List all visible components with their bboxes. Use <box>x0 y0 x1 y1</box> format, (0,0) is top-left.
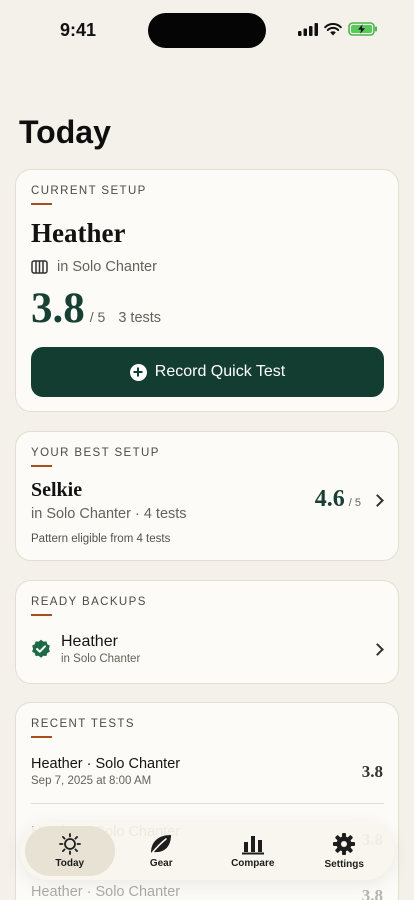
current-setup-name: Heather <box>31 218 126 248</box>
tab-compare[interactable]: Compare <box>208 826 298 876</box>
current-setup-score: 3.8 <box>31 285 85 332</box>
verified-badge-icon <box>32 639 50 658</box>
best-setup-name: Selkie <box>31 479 83 501</box>
tab-gear[interactable]: Gear <box>116 826 206 876</box>
tab-compare-label: Compare <box>231 858 275 869</box>
eyebrow-accent-rule <box>31 203 52 205</box>
leaf-icon <box>151 835 172 854</box>
recent-test-title: Heather · Solo Chanter <box>31 884 181 900</box>
tab-settings-label: Settings <box>324 859 364 870</box>
backup-item-sub: in Solo Chanter <box>61 653 141 665</box>
best-setup-card[interactable]: YOUR BEST SETUP Selkie in Solo Chanter ·… <box>15 431 399 561</box>
current-setup-location: in Solo Chanter <box>57 259 157 275</box>
eyebrow-accent-rule <box>31 465 52 467</box>
chevron-right-icon <box>371 494 384 507</box>
wifi-icon <box>324 22 342 35</box>
tab-bar: Today Gear Compare Settings <box>20 822 394 880</box>
recent-test-row[interactable]: Heather · Solo Chanter 3.8 <box>16 881 398 900</box>
chevron-right-icon <box>371 643 384 656</box>
eyebrow-accent-rule <box>31 614 52 616</box>
chanter-icon <box>31 260 48 274</box>
status-icons <box>298 22 378 36</box>
recent-tests-eyebrow: RECENT TESTS <box>31 718 135 730</box>
ready-backups-card: READY BACKUPS Heather in Solo Chanter <box>15 580 399 684</box>
current-setup-score-row: 3.8 / 5 3 tests <box>31 284 161 333</box>
best-setup-eyebrow: YOUR BEST SETUP <box>31 447 160 459</box>
gear-icon <box>333 833 356 855</box>
backup-item[interactable]: Heather in Solo Chanter <box>16 625 398 677</box>
tab-today-label: Today <box>55 858 85 869</box>
best-setup-score: 4.6 <box>314 486 345 512</box>
dynamic-island <box>148 13 266 48</box>
best-setup-meta: in Solo Chanter · 4 tests <box>31 506 187 522</box>
page-title: Today <box>19 114 111 150</box>
current-setup-card: CURRENT SETUP Heather in Solo Chanter 3.… <box>15 169 399 412</box>
sun-icon <box>58 833 81 855</box>
plus-circle-icon <box>129 363 147 381</box>
current-setup-eyebrow: CURRENT SETUP <box>31 185 147 197</box>
recent-test-score: 3.8 <box>361 762 383 781</box>
status-bar: 9:41 <box>0 0 414 60</box>
recent-test-title: Heather · Solo Chanter <box>31 756 181 772</box>
record-quick-test-label: Record Quick Test <box>154 363 286 380</box>
cellular-signal-icon <box>298 22 318 36</box>
recent-test-date: Sep 7, 2025 at 8:00 AM <box>31 775 152 787</box>
current-setup-tests: 3 tests <box>118 310 162 326</box>
battery-charging-icon <box>348 22 377 36</box>
best-setup-score-row: 4.6 / 5 <box>315 486 361 513</box>
recent-test-score: 3.8 <box>361 886 383 900</box>
best-setup-scale: / 5 <box>348 497 361 509</box>
recent-test-row[interactable]: Heather · Solo Chanter Sep 7, 2025 at 8:… <box>16 753 398 801</box>
row-divider <box>31 803 384 804</box>
ready-backups-eyebrow: READY BACKUPS <box>31 596 147 608</box>
tab-settings[interactable]: Settings <box>299 826 389 876</box>
eyebrow-accent-rule <box>31 736 52 738</box>
current-setup-scale: / 5 <box>89 309 106 325</box>
status-time: 9:41 <box>60 20 97 40</box>
tab-today[interactable]: Today <box>24 826 115 876</box>
current-setup-location-row: in Solo Chanter <box>31 259 157 275</box>
backup-item-name: Heather <box>61 633 118 650</box>
record-quick-test-button[interactable]: Record Quick Test <box>31 347 384 397</box>
best-setup-note: Pattern eligible from 4 tests <box>31 533 171 545</box>
bar-chart-icon <box>241 836 264 855</box>
tab-gear-label: Gear <box>149 858 173 869</box>
